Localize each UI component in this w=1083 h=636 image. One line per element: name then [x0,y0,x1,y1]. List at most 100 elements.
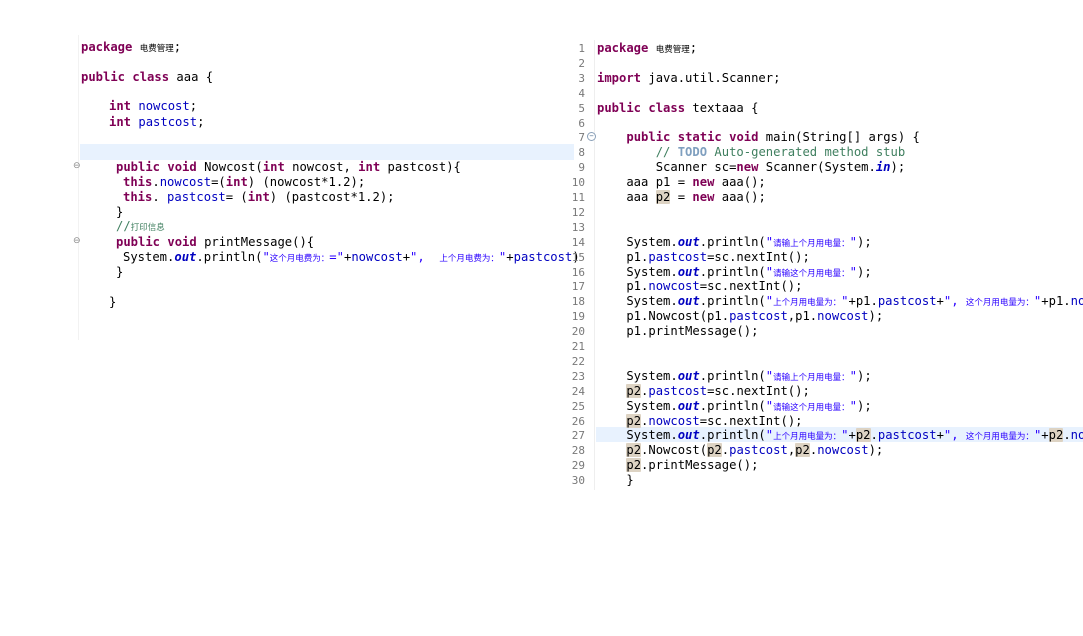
code-token: ); [856,264,872,279]
code-token: ); [868,443,884,458]
code-token: = ( [225,190,248,204]
code-token: pastcost [729,443,788,458]
code-token: printMessage(){ [196,235,315,249]
code-token: System. [597,264,678,279]
code-token: out [677,368,700,383]
code-token: out [677,294,700,309]
code-line: // TODO Auto-generated method stub [597,145,906,160]
code-token: out [677,234,700,249]
code-token: ); [868,309,884,324]
fold-icon[interactable]: ⊖ [73,236,81,246]
line-number: 13 [571,220,585,234]
code-token: ; [689,41,698,55]
code-token: nowcost [159,175,212,189]
line-number: 18 [571,295,585,309]
code-token: 请输上个月用电量： [773,372,850,383]
code-line: System.out.println("请输上个月用电量："); [597,234,871,250]
code-token: Nowcost( [196,160,263,174]
code-token: int [109,115,132,129]
fold-icon[interactable]: − [587,132,596,141]
code-token: int [109,99,132,113]
line-number: 29 [571,459,585,473]
code-line: System.out.println("上个月用电量为："+p1.pastcos… [597,294,1083,309]
line-number: 28 [571,444,585,458]
code-token: pastcost [648,383,708,398]
code-line: System.out.println("这个月电费为：="+nowcost+",… [123,250,580,265]
code-token: void [167,160,197,174]
code-token: .println( [196,250,263,264]
code-token: TODO [677,145,708,160]
line-number: 11 [571,191,585,204]
line-number: 23 [571,369,585,383]
code-token: .println( [699,428,766,443]
code-token: p2 [626,383,642,398]
code-token: pastcost [648,249,708,264]
code-token: . [152,175,160,189]
code-token: 上个月用电量为： [773,432,842,443]
code-token: public [116,235,161,249]
line-number: 10 [571,176,585,190]
line-number: 3 [578,71,585,85]
code-line: public void Nowcost(int nowcost, int pas… [116,160,461,175]
line-number: 25 [571,399,585,413]
code-token: int [262,160,285,174]
code-token: =( [211,175,226,189]
code-line: int pastcost; [109,115,204,130]
code-token: p2 [707,443,722,458]
code-token: .println( [699,398,766,413]
code-token: 请输这个月用电量： [773,268,850,279]
code-line: public class textaaa { [597,101,758,116]
code-token: pastcost [729,309,788,324]
code-token: Scanner(System. [758,160,876,175]
code-token: p2 [795,443,810,458]
code-token: aaa [597,190,656,204]
line-number: 30 [571,474,585,488]
code-token: } [116,205,124,219]
fold-icon[interactable]: ⊖ [73,161,81,171]
code-token: + [506,250,514,264]
code-line: p2.Nowcost(p2.pastcost,p2.nowcost); [597,443,883,458]
line-number: 14 [571,235,585,249]
code-token: + [936,428,944,443]
code-token: nowcost [648,279,700,294]
code-token: this [123,190,153,204]
code-token: 这个月用电量为： [965,298,1034,309]
code-token: } [116,265,124,279]
code-line: int nowcost; [109,99,197,114]
code-token: ", [943,428,966,443]
code-token: 电费管理 [655,45,690,55]
line-number: 6 [578,116,585,130]
code-token: =sc.nextInt(); [707,383,810,398]
code-token: p1. [597,249,649,264]
code-token: = [670,190,693,204]
code-token: .println( [699,368,766,383]
line-number: 21 [571,340,585,353]
code-token: " [849,368,857,383]
code-token: + [1041,428,1049,443]
left-code-editor[interactable]: ⊖ ⊖ package 电费管理; public class aaa { int… [0,0,580,345]
code-token: 请输上个月用电量： [773,238,850,249]
code-token: =sc.nextInt(); [699,279,803,294]
code-token: p2 [855,428,871,443]
line-number: 20 [571,325,585,339]
code-token: int [247,190,270,204]
code-token: ", [943,294,966,309]
code-line: this.nowcost=(int) (nowcost*1.2); [123,175,365,190]
line-number: 9 [578,161,585,175]
code-token: int [358,160,381,174]
code-token: nowcost [1070,428,1083,443]
code-token: " [849,234,857,249]
code-line: } [116,265,123,280]
code-token: nowcost [351,250,403,264]
code-token: out [677,398,700,413]
line-number: 24 [571,384,585,398]
code-token: // [116,219,131,233]
code-line: this. pastcost= (int) (pastcost*1.2); [123,190,395,205]
line-number: 12 [571,205,585,219]
code-line: System.out.println("请输这个月用电量："); [597,264,872,280]
code-token: package [81,40,133,54]
code-token: new [692,175,715,190]
code-line: p1.pastcost=sc.nextInt(); [597,249,809,265]
code-token: p2 [626,413,642,428]
